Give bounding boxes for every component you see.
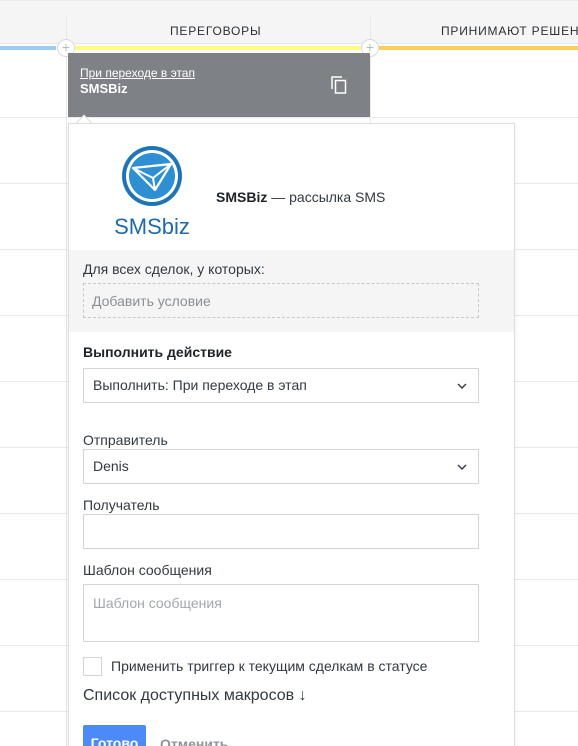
stage-color-bar <box>379 46 578 50</box>
macros-list-toggle[interactable]: Список доступных макросов ↓ <box>83 687 307 705</box>
chevron-down-icon <box>457 383 467 389</box>
trigger-stage-link[interactable]: При переходе в этап <box>80 66 358 80</box>
condition-label: Для всех сделок, у которых: <box>83 261 265 277</box>
add-condition-field[interactable]: Добавить условие <box>83 283 479 318</box>
widget-title: SMSBiz — рассылка SMS <box>216 189 385 205</box>
condition-section: Для всех сделок, у которых: Добавить усл… <box>69 250 514 332</box>
cancel-button[interactable]: Отменить <box>160 736 228 746</box>
trigger-card[interactable]: При переходе в этап SMSBiz <box>68 53 370 117</box>
trigger-settings-popup: SMSbiz SMSBiz — рассылка SMS Для всех сд… <box>68 123 515 746</box>
trigger-name: SMSBiz <box>80 81 128 96</box>
stage-color-bar <box>0 46 56 50</box>
widget-description: — рассылка SMS <box>267 189 386 205</box>
column-title-negotiations[interactable]: ПЕРЕГОВОРЫ <box>170 24 261 38</box>
sender-label: Отправитель <box>83 432 168 448</box>
recipient-input[interactable] <box>83 514 479 549</box>
action-select-value: Выполнить: При переходе в этап <box>93 377 307 393</box>
logo-text: SMSbiz <box>115 214 189 238</box>
smsbiz-logo: SMSbiz <box>115 146 189 238</box>
copy-icon[interactable] <box>331 76 347 94</box>
chevron-down-icon <box>457 464 467 470</box>
apply-to-current-checkbox[interactable] <box>83 657 102 676</box>
stage-color-bar <box>75 46 361 50</box>
recipient-label: Получатель <box>83 497 160 513</box>
done-button[interactable]: Готово <box>83 725 146 746</box>
action-select[interactable]: Выполнить: При переходе в этап <box>83 368 479 403</box>
template-textarea[interactable]: Шаблон сообщения <box>83 584 479 642</box>
sender-select-value: Denis <box>93 458 129 474</box>
apply-to-current-label[interactable]: Применить триггер к текущим сделкам в ст… <box>111 658 427 674</box>
column-title-decision[interactable]: ПРИНИМАЮТ РЕШЕН <box>441 24 578 38</box>
widget-name: SMSBiz <box>216 189 268 205</box>
sender-select[interactable]: Denis <box>83 449 479 484</box>
action-label: Выполнить действие <box>83 344 232 360</box>
template-label: Шаблон сообщения <box>83 562 212 578</box>
